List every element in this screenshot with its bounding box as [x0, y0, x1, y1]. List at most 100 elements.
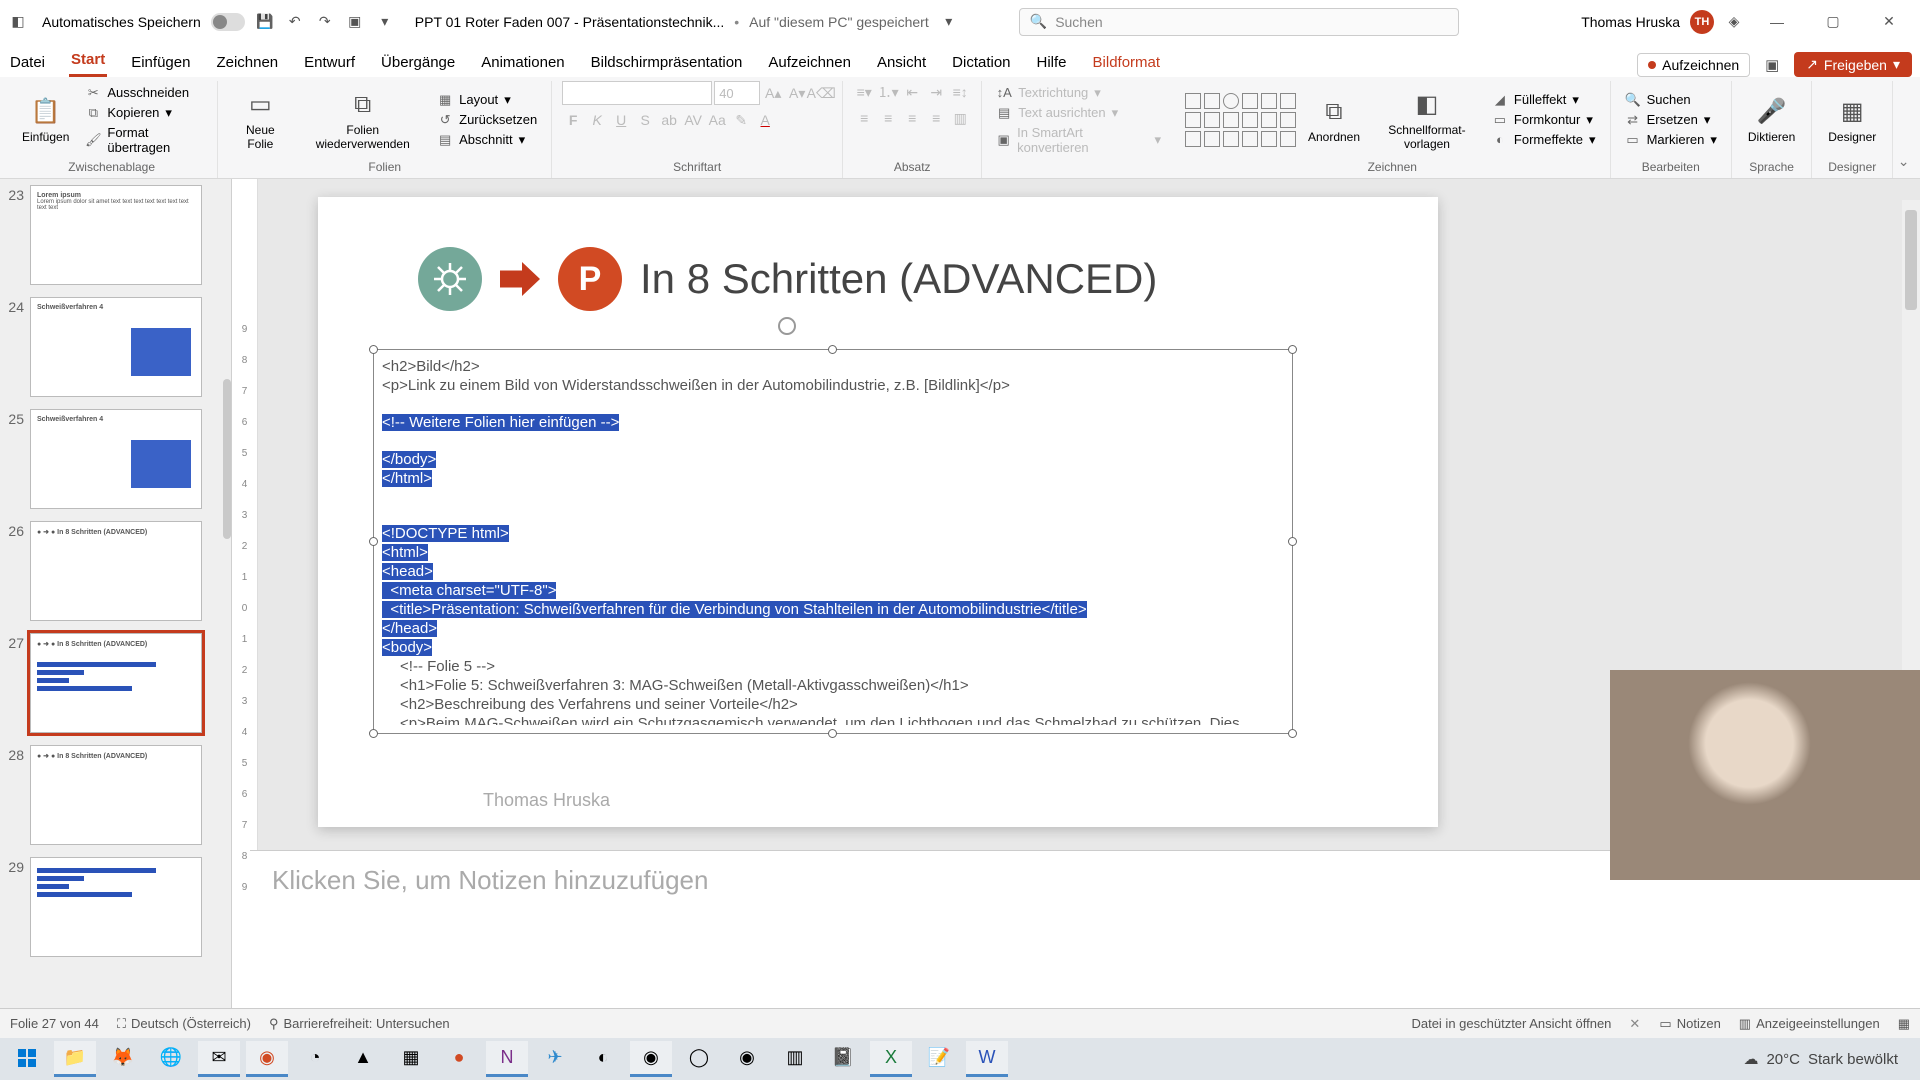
designer-button[interactable]: ▦Designer	[1822, 94, 1882, 146]
word-icon[interactable]: W	[966, 1041, 1008, 1077]
italic-button[interactable]: K	[586, 109, 608, 131]
shape-gallery[interactable]	[1185, 93, 1296, 147]
align-left-icon[interactable]: ≡	[853, 107, 875, 129]
slide-title[interactable]: In 8 Schritten (ADVANCED)	[640, 255, 1157, 303]
minimize-button[interactable]: —	[1754, 7, 1800, 37]
app-icon-2[interactable]: ▦	[390, 1041, 432, 1077]
share-button[interactable]: ↗Freigeben▾	[1794, 52, 1912, 77]
shape-effects-button[interactable]: ◐Formeffekte▾	[1488, 131, 1600, 149]
reset-button[interactable]: ↺Zurücksetzen	[433, 111, 541, 129]
file-explorer-icon[interactable]: 📁	[54, 1041, 96, 1077]
font-family-input[interactable]	[562, 81, 712, 105]
user-avatar[interactable]: TH	[1690, 10, 1714, 34]
shadow-button[interactable]: ab	[658, 109, 680, 131]
justify-icon[interactable]: ≡	[925, 107, 947, 129]
char-spacing-icon[interactable]: AV	[682, 109, 704, 131]
align-text-button[interactable]: ▤Text ausrichten▾	[992, 104, 1165, 122]
tab-aufzeichnen[interactable]: Aufzeichnen	[766, 48, 853, 77]
thumb-scrollbar[interactable]	[223, 379, 231, 539]
format-painter-button[interactable]: 🖌Format übertragen	[81, 124, 207, 156]
tab-bildschirmpraesentation[interactable]: Bildschirmpräsentation	[589, 48, 745, 77]
start-button[interactable]	[6, 1041, 48, 1077]
text-direction-button[interactable]: ↕ATextrichtung▾	[992, 84, 1165, 102]
onenote-icon[interactable]: N	[486, 1041, 528, 1077]
record-button[interactable]: Aufzeichnen	[1637, 53, 1750, 77]
align-right-icon[interactable]: ≡	[901, 107, 923, 129]
shape-fill-button[interactable]: ◢Fülleffekt▾	[1488, 91, 1600, 109]
select-button[interactable]: ▭Markieren▾	[1621, 131, 1721, 149]
underline-button[interactable]: U	[610, 109, 632, 131]
close-button[interactable]: ✕	[1866, 7, 1912, 37]
increase-font-icon[interactable]: A▴	[762, 82, 784, 104]
decrease-font-icon[interactable]: A▾	[786, 82, 808, 104]
accessibility-button[interactable]: ⚲Barrierefreiheit: Untersuchen	[269, 1016, 450, 1032]
thumb-29[interactable]	[30, 857, 202, 957]
line-spacing-icon[interactable]: ≡↕	[949, 81, 971, 103]
shape-outline-button[interactable]: ▭Formkontur▾	[1488, 111, 1600, 129]
save-icon[interactable]: 💾	[255, 12, 275, 32]
decrease-indent-icon[interactable]: ⇤	[901, 81, 923, 103]
dictate-button[interactable]: 🎤Diktieren	[1742, 94, 1801, 146]
thumb-26[interactable]: ● ➜ ● In 8 Schritten (ADVANCED)	[30, 521, 202, 621]
tab-dictation[interactable]: Dictation	[950, 48, 1012, 77]
firefox-icon[interactable]: 🦊	[102, 1041, 144, 1077]
slide-position[interactable]: Folie 27 von 44	[10, 1016, 99, 1031]
language-selector[interactable]: ⛶Deutsch (Österreich)	[117, 1016, 251, 1032]
app-icon-1[interactable]: ◔	[294, 1041, 336, 1077]
tab-einfuegen[interactable]: Einfügen	[129, 48, 192, 77]
increase-indent-icon[interactable]: ⇥	[925, 81, 947, 103]
doc-dropdown-icon[interactable]: ▾	[939, 12, 959, 32]
thumb-25[interactable]: Schweißverfahren 4	[30, 409, 202, 509]
thumb-28[interactable]: ● ➜ ● In 8 Schritten (ADVANCED)	[30, 745, 202, 845]
premium-icon[interactable]: ◈	[1724, 12, 1744, 32]
slide-thumbnail-pane[interactable]: 23Lorem ipsumLorem ipsum dolor sit amet …	[0, 179, 232, 1038]
rotation-handle[interactable]	[778, 317, 796, 335]
align-center-icon[interactable]: ≡	[877, 107, 899, 129]
columns-icon[interactable]: ▥	[949, 107, 971, 129]
powerpoint-icon[interactable]: ◉	[246, 1041, 288, 1077]
clear-format-icon[interactable]: A⌫	[810, 82, 832, 104]
reuse-slides-button[interactable]: ⧉Folien wiederverwenden	[298, 87, 427, 153]
excel-icon[interactable]: X	[870, 1041, 912, 1077]
bullets-icon[interactable]: ≡▾	[853, 81, 875, 103]
replace-button[interactable]: ⇄Ersetzen▾	[1621, 111, 1721, 129]
font-size-input[interactable]: 40	[714, 81, 760, 105]
app-icon-5[interactable]: ◯	[678, 1041, 720, 1077]
chrome-icon[interactable]: 🌐	[150, 1041, 192, 1077]
smartart-button[interactable]: ▣In SmartArt konvertieren▾	[992, 124, 1165, 156]
weather-widget[interactable]: ☁ 20°C Stark bewölkt	[1743, 1050, 1898, 1068]
vlc-icon[interactable]: ▲	[342, 1041, 384, 1077]
arrange-button[interactable]: ⧉Anordnen	[1302, 94, 1366, 146]
highlight-icon[interactable]: ✎	[730, 109, 752, 131]
numbering-icon[interactable]: ⒈▾	[877, 81, 899, 103]
thumb-23[interactable]: Lorem ipsumLorem ipsum dolor sit amet te…	[30, 185, 202, 285]
app-icon-6[interactable]: ◉	[726, 1041, 768, 1077]
paste-button[interactable]: 📋Einfügen	[16, 94, 75, 146]
change-case-icon[interactable]: Aa	[706, 109, 728, 131]
telegram-icon[interactable]: ✈	[534, 1041, 576, 1077]
app-icon-7[interactable]: ▥	[774, 1041, 816, 1077]
protected-close-icon[interactable]: ✕	[1629, 1016, 1641, 1032]
slide-canvas[interactable]: P In 8 Schritten (ADVANCED) <h2>Bild</h2…	[318, 197, 1438, 827]
app-icon-3[interactable]: ●	[438, 1041, 480, 1077]
autosave-toggle[interactable]	[211, 13, 245, 31]
qat-dropdown-icon[interactable]: ▾	[375, 12, 395, 32]
code-content[interactable]: <h2>Bild</h2> <p>Link zu einem Bild von …	[382, 358, 1284, 725]
notepad-icon[interactable]: 📝	[918, 1041, 960, 1077]
thumb-27[interactable]: ● ➜ ● In 8 Schritten (ADVANCED)	[30, 633, 202, 733]
collapse-ribbon-icon[interactable]: ⌄	[1893, 150, 1914, 172]
tab-datei[interactable]: Datei	[8, 48, 47, 77]
present-from-start-icon[interactable]: ▣	[345, 12, 365, 32]
app-icon-4[interactable]: ◐	[582, 1041, 624, 1077]
tab-entwurf[interactable]: Entwurf	[302, 48, 357, 77]
obs-icon[interactable]: ◉	[630, 1041, 672, 1077]
notes-toggle[interactable]: ▭Notizen	[1659, 1016, 1720, 1032]
undo-icon[interactable]: ↶	[285, 12, 305, 32]
search-input[interactable]: 🔍 Suchen	[1019, 8, 1459, 36]
tab-hilfe[interactable]: Hilfe	[1035, 48, 1069, 77]
new-slide-button[interactable]: ▭Neue Folie	[228, 87, 292, 153]
present-mode-icon[interactable]: ▣	[1762, 55, 1782, 75]
font-color-icon[interactable]: A	[754, 109, 776, 131]
tab-start[interactable]: Start	[69, 45, 107, 77]
tab-bildformat[interactable]: Bildformat	[1091, 48, 1163, 77]
